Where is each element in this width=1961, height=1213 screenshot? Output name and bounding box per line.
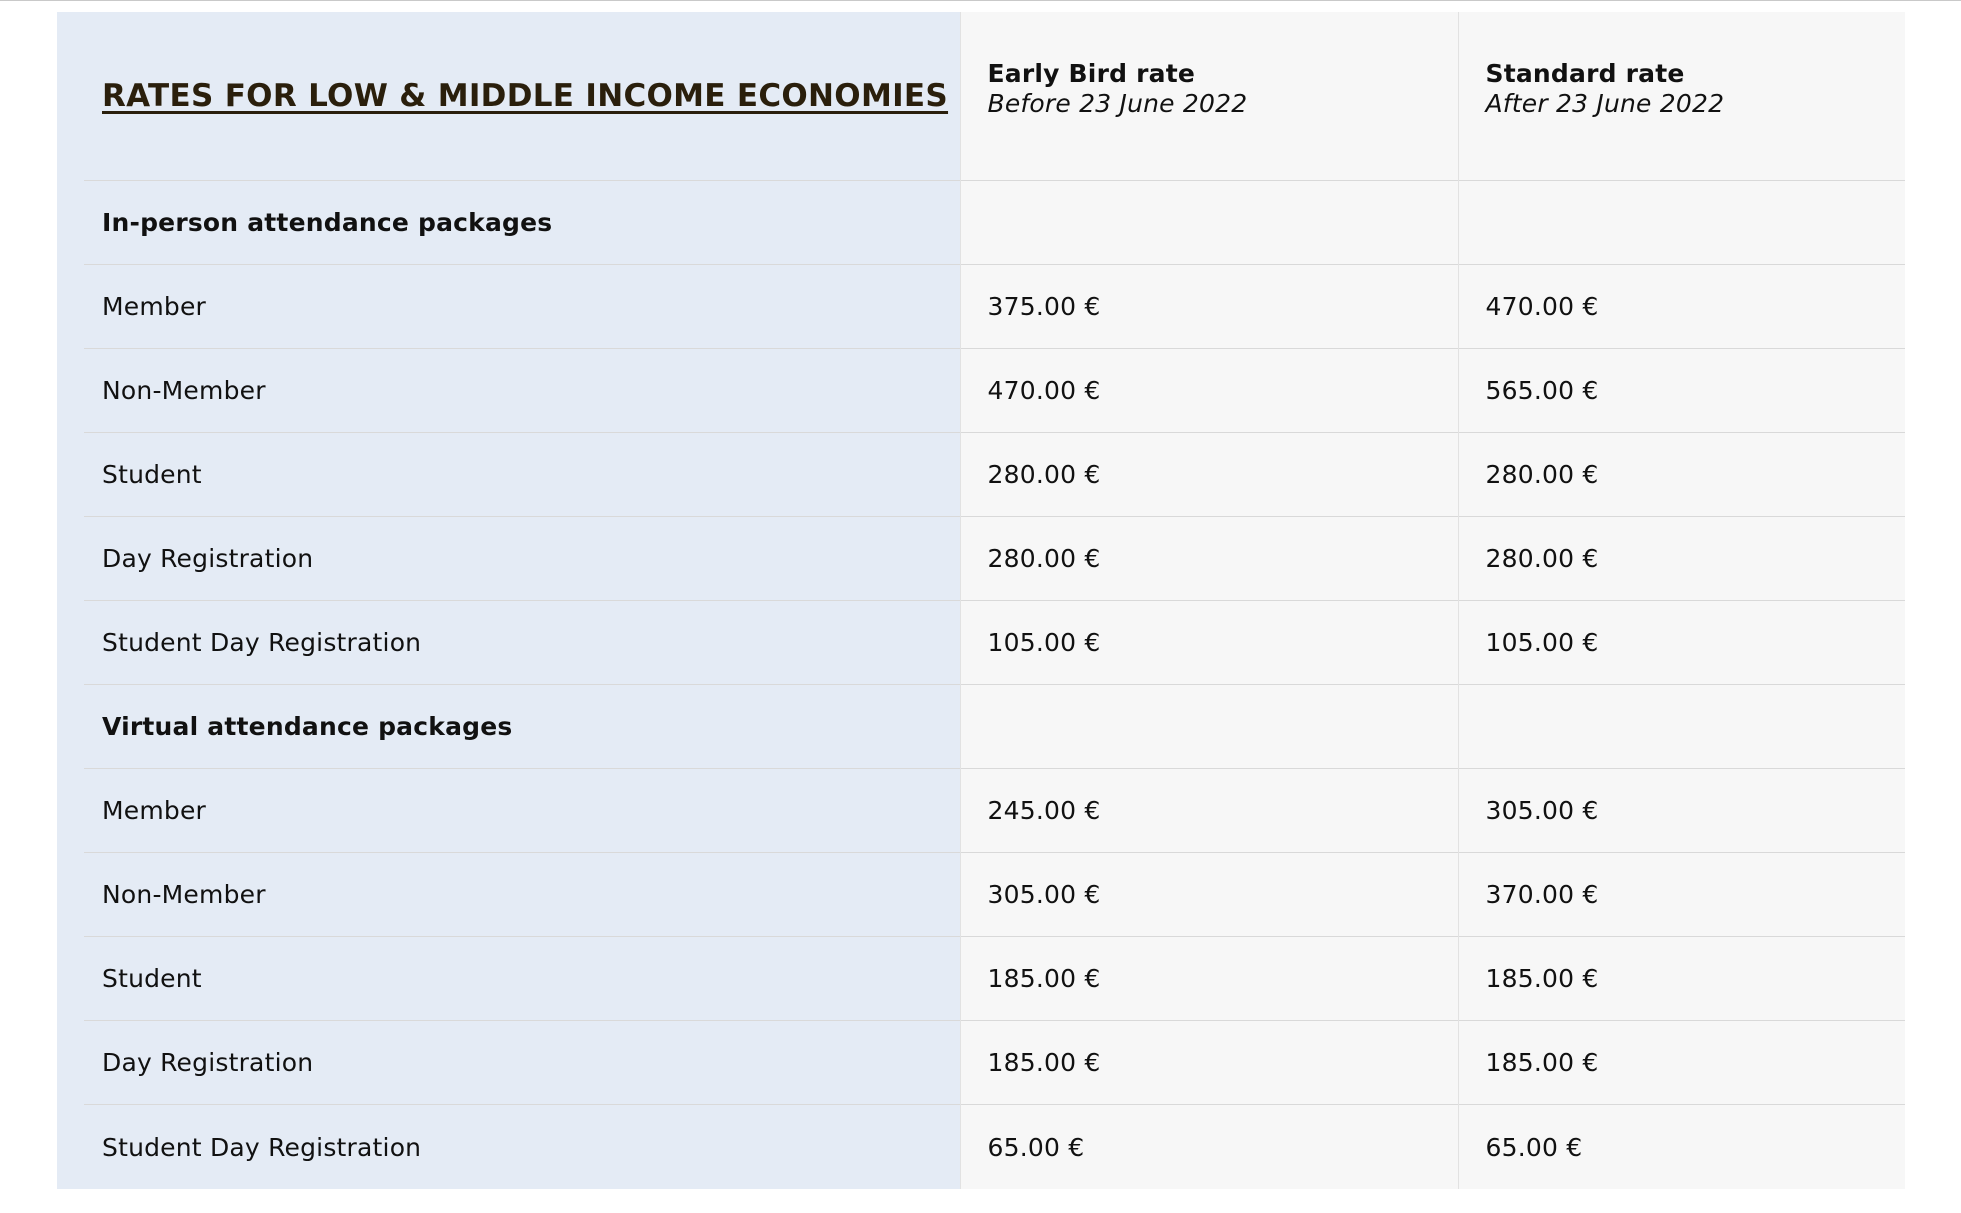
early-bird-header: Early Bird rate Before 23 June 2022 [959, 12, 1458, 181]
early-bird-price: 470.00 € [987, 376, 1101, 405]
early-bird-price: 280.00 € [987, 544, 1101, 573]
table-row: Day Registration 280.00 € 280.00 € [57, 517, 1905, 601]
row-label: Student [102, 460, 202, 489]
standard-price: 470.00 € [1485, 292, 1599, 321]
early-bird-price: 280.00 € [987, 460, 1101, 489]
row-label: Day Registration [102, 1048, 314, 1077]
section-label-in-person: In-person attendance packages [102, 208, 553, 237]
table-row: Member 375.00 € 470.00 € [57, 265, 1905, 349]
table-row: Non-Member 470.00 € 565.00 € [57, 349, 1905, 433]
early-bird-price: 245.00 € [987, 796, 1101, 825]
row-label: Non-Member [102, 376, 266, 405]
standard-price: 65.00 € [1485, 1132, 1583, 1162]
standard-price: 105.00 € [1485, 628, 1599, 657]
table-row: Member 245.00 € 305.00 € [57, 769, 1905, 853]
early-bird-title: Early Bird rate [987, 59, 1196, 88]
table-header-row: RATES FOR LOW & MIDDLE INCOME ECONOMIES … [57, 12, 1905, 181]
standard-rate-header: Standard rate After 23 June 2022 [1457, 12, 1905, 181]
row-label: Student [102, 964, 202, 993]
section-row-in-person: In-person attendance packages [57, 181, 1905, 265]
standard-price: 280.00 € [1485, 460, 1599, 489]
top-divider [0, 0, 1961, 1]
standard-price: 565.00 € [1485, 376, 1599, 405]
table-row: Student 185.00 € 185.00 € [57, 937, 1905, 1021]
row-label: Member [102, 796, 207, 825]
table-row: Student Day Registration 105.00 € 105.00… [57, 601, 1905, 685]
standard-price: 185.00 € [1485, 964, 1599, 993]
row-label: Member [102, 292, 207, 321]
early-bird-price: 305.00 € [987, 880, 1101, 909]
standard-rate-date: After 23 June 2022 [1485, 89, 1725, 118]
early-bird-price: 185.00 € [987, 964, 1101, 993]
early-bird-price: 375.00 € [987, 292, 1101, 321]
standard-price: 370.00 € [1485, 880, 1599, 909]
table-row: Non-Member 305.00 € 370.00 € [57, 853, 1905, 937]
standard-rate-title: Standard rate [1485, 59, 1685, 88]
table-row: Day Registration 185.00 € 185.00 € [57, 1021, 1905, 1105]
table-row: Student Day Registration 65.00 € 65.00 € [57, 1105, 1905, 1189]
row-label: Non-Member [102, 880, 266, 909]
early-bird-price: 105.00 € [987, 628, 1101, 657]
row-label: Student Day Registration [102, 1132, 422, 1162]
title-cell: RATES FOR LOW & MIDDLE INCOME ECONOMIES [57, 12, 960, 181]
table-title[interactable]: RATES FOR LOW & MIDDLE INCOME ECONOMIES [102, 78, 948, 114]
row-label: Day Registration [102, 544, 314, 573]
section-row-virtual: Virtual attendance packages [57, 685, 1905, 769]
rates-table: RATES FOR LOW & MIDDLE INCOME ECONOMIES … [57, 12, 1905, 1189]
section-label-virtual: Virtual attendance packages [102, 712, 513, 741]
standard-price: 305.00 € [1485, 796, 1599, 825]
row-label: Student Day Registration [102, 628, 422, 657]
early-bird-date: Before 23 June 2022 [987, 89, 1248, 118]
early-bird-price: 65.00 € [987, 1132, 1085, 1162]
standard-price: 280.00 € [1485, 544, 1599, 573]
table-row: Student 280.00 € 280.00 € [57, 433, 1905, 517]
standard-price: 185.00 € [1485, 1048, 1599, 1077]
early-bird-price: 185.00 € [987, 1048, 1101, 1077]
